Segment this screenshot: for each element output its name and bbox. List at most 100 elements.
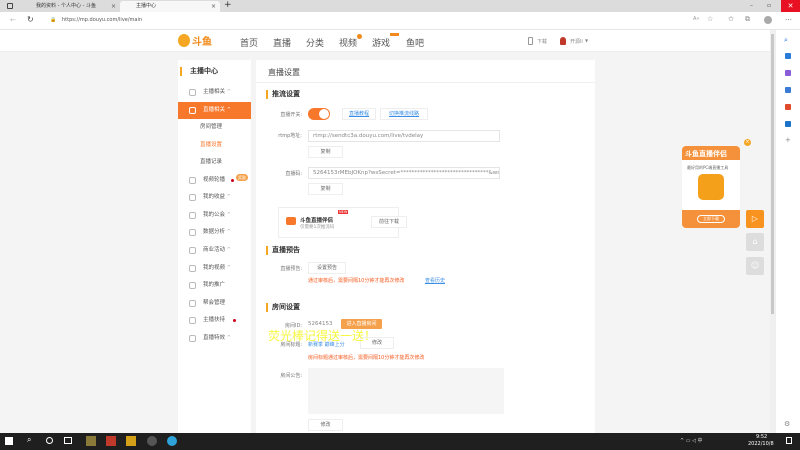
rtmp-value: rtmp://sendtc3a.douyu.com/live [313,133,401,139]
chevron-up-icon[interactable]: ^ [227,189,231,206]
stream-code-input[interactable]: 5264153rMEbJOKnp?wsSecret=**************… [308,167,500,179]
sidebar-item[interactable]: 商业活动 ^ [178,242,251,259]
copy-code-button[interactable]: 复制 [308,183,343,195]
notification-icon[interactable] [786,437,792,444]
tab-anchor-center[interactable]: 主播中心 × [120,1,220,12]
start-icon[interactable] [5,437,13,445]
back-icon[interactable]: ← [10,16,16,24]
games-icon[interactable] [785,87,791,93]
download-button[interactable]: 前往下载 [371,216,407,228]
sidebar-item-label: 直播设置 [200,142,223,148]
modify-notice-button[interactable]: 修改 [308,419,343,431]
nav-video[interactable]: 视频 [339,36,357,49]
view-history-link[interactable]: 查看历史 [425,277,445,284]
username[interactable]: 开源li [570,38,583,45]
close-tab-icon[interactable]: × [111,1,116,12]
close-tab-icon[interactable]: × [211,1,216,12]
favorites-icon[interactable]: ✩ [728,15,734,23]
live-switch-toggle[interactable] [308,108,330,120]
search-taskbar-icon[interactable]: ⌕ [27,435,31,445]
outlook-icon[interactable] [785,121,791,127]
sidebar-item-icon [189,194,196,201]
app-icon-1[interactable] [86,436,96,446]
floating-download-button[interactable]: 立即下载 [697,215,725,223]
nav-fishbar[interactable]: 鱼吧 [406,36,424,49]
collections-icon[interactable]: ⧉ [745,15,750,24]
clock-date[interactable]: 2022/10/8 [748,441,774,447]
sidebar-item[interactable]: 直播记录 [178,154,251,171]
set-preview-button[interactable]: 设置预告 [308,262,346,274]
close-promo-icon[interactable]: × [744,139,751,146]
sidebar-item-label: 主播扶持 [203,317,226,323]
floating-promo[interactable]: 斗鱼直播伴侣 最好用的PC端直播工具 立即下载 [682,146,740,228]
sidebar-item[interactable]: 直播特效 ^ [178,330,251,347]
sidebar-item[interactable]: 房间管理 [178,119,251,136]
chevron-down-icon[interactable]: ▼ [585,38,588,43]
nav-live[interactable]: 直播 [273,36,291,49]
cortana-icon[interactable] [46,437,53,444]
new-tab-button[interactable]: + [224,0,232,10]
tab-actions-icon[interactable] [7,3,13,9]
nav-game[interactable]: 游戏 [372,36,390,49]
sidebar-item-icon [189,247,196,254]
tools-icon[interactable] [785,70,791,76]
app-icon-3[interactable] [126,436,136,446]
sidebar-item[interactable]: 视频轮播 奖励 [178,172,251,189]
sidebar-item[interactable]: 帮会管理 [178,295,251,312]
chevron-up-icon[interactable]: ^ [227,102,231,119]
read-aloud-icon[interactable]: A» [693,16,699,22]
sidebar-item[interactable]: 我的收益 ^ [178,189,251,206]
restore-button[interactable]: ▫ [767,2,771,9]
sidebar-item[interactable]: 数据分析 ^ [178,224,251,241]
live-tutorial-link[interactable]: 直播教程 [342,108,376,120]
chevron-up-icon[interactable]: ^ [227,242,231,259]
tray-icons[interactable]: ^ ▭ ◁ 中 [680,437,703,444]
chevron-up-icon[interactable]: ^ [227,84,231,101]
sidebar-item[interactable]: 直播设置 [178,137,251,154]
task-view-icon[interactable] [64,437,72,444]
app-icon-4[interactable] [147,436,157,446]
live-play-button[interactable]: ▷ [746,210,764,228]
sidebar-item[interactable]: 直播相关 ^ [178,102,251,119]
chevron-up-icon[interactable]: ^ [227,330,231,347]
app-icon-2[interactable] [106,436,116,446]
sidebar-settings-icon[interactable]: ⚙ [784,420,790,428]
sidebar-item[interactable]: 我的视频 ^ [178,260,251,277]
scrollbar-thumb[interactable] [771,34,774,314]
sidebar-item[interactable]: 主播相关 ^ [178,84,251,101]
nav-category[interactable]: 分类 [306,36,324,49]
office-icon[interactable] [785,104,791,110]
douyu-logo[interactable]: 斗鱼 [178,32,218,50]
profile-icon[interactable] [764,16,772,24]
sidebar-item-label: 直播记录 [200,159,223,165]
sidebar-item[interactable]: 我的推广 [178,277,251,294]
rtmp-input[interactable]: rtmp://sendtc3a.douyu.com/live/tvdelay [308,130,500,142]
copy-rtmp-button[interactable]: 复制 [308,146,343,158]
favorite-icon[interactable]: ☆ [707,15,713,23]
sidebar-item[interactable]: 我的公会 ^ [178,207,251,224]
robot-button[interactable]: ☺ [746,257,764,275]
download-link[interactable]: 下载 [537,38,547,45]
close-window-button[interactable]: ✕ [781,0,800,12]
refresh-icon[interactable]: ↻ [27,15,34,24]
tab-profile[interactable]: 我的资料 - 个人中心 - 斗鱼 × [20,1,120,12]
add-icon[interactable]: + [785,136,791,144]
nav-home[interactable]: 首页 [240,36,258,49]
edge-icon[interactable] [167,436,177,446]
url-input[interactable]: https://mp.douyu.com/live/main [62,17,142,23]
shopping-icon[interactable] [785,53,791,59]
chevron-up-icon[interactable]: ^ [227,260,231,277]
search-icon[interactable]: ⌕ [784,36,788,45]
notice-textarea[interactable] [308,368,504,414]
sidebar-item[interactable]: 主播扶持 [178,312,251,329]
switch-line-link[interactable]: 切换推流线路 [380,108,428,120]
phone-icon[interactable] [528,37,533,45]
avatar[interactable] [560,37,566,45]
chevron-up-icon[interactable]: ^ [227,224,231,241]
floating-subtitle: 最好用的PC端直播工具 [687,165,729,170]
clock-time[interactable]: 9:52 [756,434,767,440]
minimize-button[interactable]: – [750,2,753,9]
chevron-up-icon[interactable]: ^ [227,207,231,224]
more-icon[interactable]: … [785,14,792,22]
home-button[interactable]: ⌂ [746,233,764,251]
